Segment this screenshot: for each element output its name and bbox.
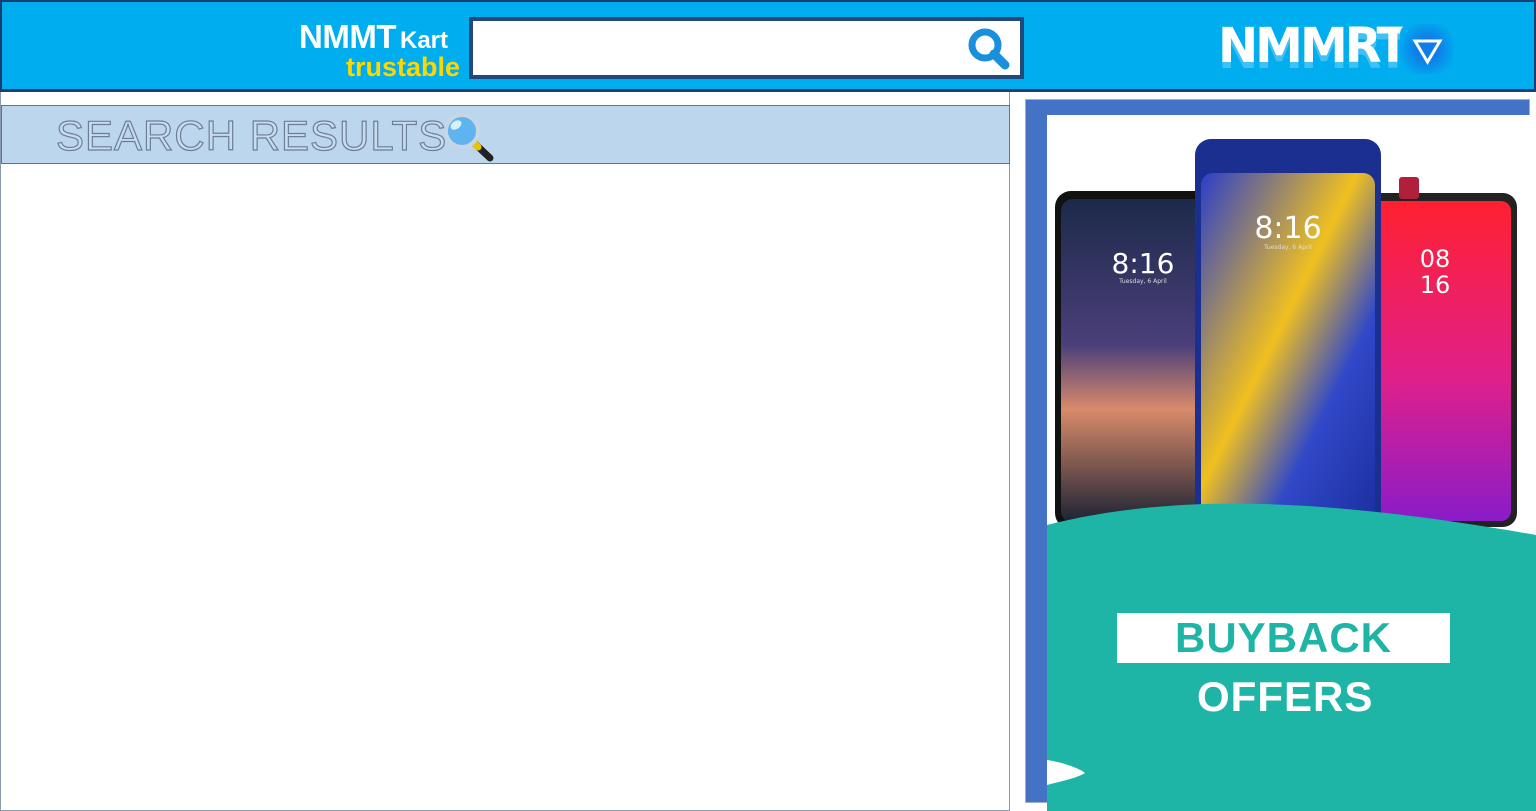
brand[interactable]: NMMT Kart trustable <box>272 14 462 84</box>
brand-name: NMMT <box>299 18 396 55</box>
search-bar <box>469 17 1024 79</box>
brand-tagline: trustable <box>345 52 460 82</box>
search-results-title: SEARCH RESULTS <box>55 111 448 159</box>
phone-left-clock: 8:16 <box>1112 247 1175 280</box>
phone-right-minutes: 16 <box>1420 271 1451 299</box>
phone-middle-clock: 8:16 <box>1254 211 1321 246</box>
search-button[interactable] <box>966 26 1012 72</box>
top-header: NMMT Kart trustable NMMRT <box>0 0 1536 92</box>
phone-middle-date: Tuesday, 6 April <box>1263 244 1312 251</box>
phone-left-date: Tuesday, 6 April <box>1118 278 1167 285</box>
search-results-panel: SEARCH RESULTS <box>0 92 1010 811</box>
search-results-header: SEARCH RESULTS <box>1 105 1010 164</box>
buyback-headline: BUYBACK <box>1117 613 1450 663</box>
menu-dropdown-button[interactable] <box>1400 24 1454 74</box>
search-input[interactable] <box>479 27 959 69</box>
buyback-ad-banner[interactable]: 08 16 8:16 Tuesday, 6 April 8:16 Tuesday… <box>1047 115 1536 811</box>
brand-name-row: NMMT Kart <box>299 18 448 56</box>
phone-right-hours: 08 <box>1420 245 1451 273</box>
site-logo[interactable]: NMMRT <box>1218 16 1409 88</box>
triangle-down-icon <box>1412 39 1443 65</box>
offers-subheadline: OFFERS <box>1197 673 1374 720</box>
search-results-list <box>1 164 1010 810</box>
brand-suffix: Kart <box>399 27 448 54</box>
phones-image: 08 16 8:16 Tuesday, 6 April 8:16 Tuesday… <box>1055 139 1517 531</box>
magnifier-icon <box>444 113 494 162</box>
search-icon <box>968 28 1010 70</box>
